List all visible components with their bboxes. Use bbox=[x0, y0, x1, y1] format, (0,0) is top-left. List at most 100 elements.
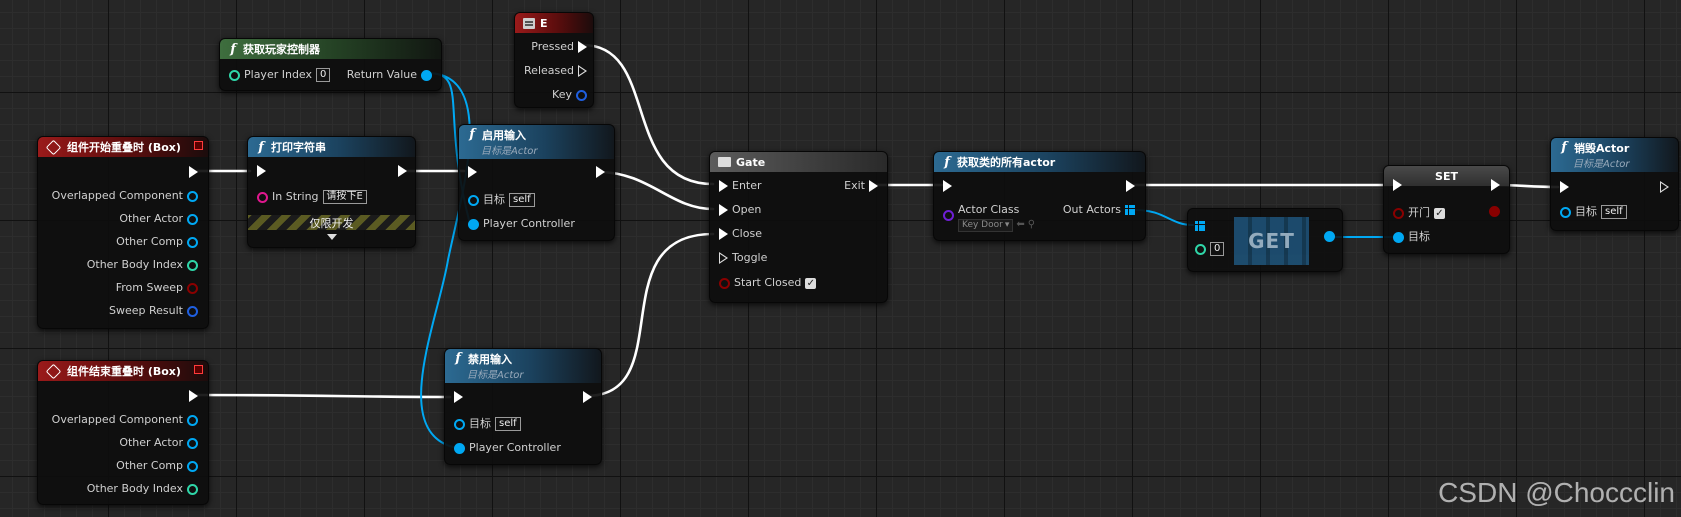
exec-out-pin[interactable] bbox=[596, 166, 605, 178]
open-door-checkbox[interactable]: ✓ bbox=[1434, 207, 1445, 219]
node-get-all-actors-of-class[interactable]: f 获取类的所有actor Actor Class Key Door ▾ ⬅ ⚲ … bbox=[933, 151, 1146, 241]
exec-out-pin[interactable] bbox=[398, 165, 407, 177]
exec-out-pin[interactable] bbox=[189, 390, 198, 402]
index-input[interactable]: 0 bbox=[1210, 242, 1225, 256]
exec-wire bbox=[584, 232, 715, 398]
exec-out-pin[interactable] bbox=[1126, 180, 1135, 192]
use-selected-arrow-icon[interactable]: ⬅ bbox=[1016, 218, 1024, 232]
pin-other-actor[interactable]: Other Actor bbox=[119, 436, 198, 450]
browse-search-icon[interactable]: ⚲ bbox=[1028, 218, 1035, 232]
object-pin-icon bbox=[468, 218, 479, 230]
pin-sweep-result[interactable]: Sweep Result bbox=[109, 304, 198, 318]
pin-target[interactable]: 目标 self bbox=[454, 417, 521, 431]
target-value: self bbox=[509, 193, 535, 207]
pin-open-door-var[interactable]: 开门 ✓ bbox=[1393, 206, 1445, 220]
node-gate[interactable]: Gate Enter Exit Open Close Toggle Start … bbox=[709, 151, 888, 303]
event-node-end-overlap[interactable]: 组件结束重叠时 (Box) Overlapped Component Other… bbox=[37, 360, 209, 505]
pin-player-controller[interactable]: Player Controller bbox=[468, 217, 575, 231]
pin-other-comp[interactable]: Other Comp bbox=[116, 235, 198, 249]
node-get-player-controller[interactable]: f 获取玩家控制器 Player Index 0 Return Value bbox=[219, 38, 442, 91]
node-title: SET bbox=[1435, 169, 1458, 183]
pin-in-string[interactable]: In String 请按下E bbox=[257, 190, 367, 204]
pin-index[interactable]: 0 bbox=[1195, 242, 1225, 256]
node-title: 禁用输入 bbox=[468, 353, 512, 366]
node-header: f 获取类的所有actor bbox=[934, 152, 1145, 172]
pin-other-body-index[interactable]: Other Body Index bbox=[87, 482, 198, 496]
node-title: 获取类的所有actor bbox=[957, 156, 1056, 169]
pin-key[interactable]: Key bbox=[552, 88, 587, 102]
pin-out-actors[interactable]: Out Actors bbox=[1063, 203, 1135, 217]
exec-wire bbox=[195, 393, 452, 399]
exec-arrow-icon bbox=[869, 180, 878, 192]
pin-overlapped-component[interactable]: Overlapped Component bbox=[52, 413, 198, 427]
in-string-input[interactable]: 请按下E bbox=[322, 190, 367, 204]
exec-out-pin[interactable] bbox=[1491, 179, 1500, 191]
pin-get-out[interactable] bbox=[1324, 231, 1335, 242]
function-icon: f bbox=[469, 127, 475, 142]
player-index-input[interactable]: 0 bbox=[316, 68, 331, 82]
exec-in-pin[interactable] bbox=[943, 180, 952, 192]
expand-arrow-icon[interactable] bbox=[326, 234, 337, 240]
node-enable-input[interactable]: f 启用输入 目标是Actor 目标 self Player Controlle… bbox=[458, 124, 615, 241]
exec-arrow-icon bbox=[719, 204, 728, 216]
node-key-e[interactable]: E Pressed Released Key bbox=[514, 12, 594, 108]
delegate-pin-icon[interactable] bbox=[194, 365, 203, 374]
exec-in-pin[interactable] bbox=[454, 391, 463, 403]
pin-player-index[interactable]: Player Index 0 bbox=[229, 68, 331, 82]
chevron-down-icon: ▾ bbox=[1004, 219, 1010, 230]
pin-enter[interactable]: Enter bbox=[719, 179, 762, 193]
struct-pin-icon bbox=[187, 305, 198, 317]
exec-arrow-icon bbox=[398, 165, 407, 177]
exec-out-pin[interactable] bbox=[189, 166, 198, 178]
pin-exit[interactable]: Exit bbox=[844, 179, 878, 193]
exec-in-pin[interactable] bbox=[257, 165, 266, 177]
pin-set-out[interactable] bbox=[1489, 206, 1500, 217]
pin-player-controller[interactable]: Player Controller bbox=[454, 441, 561, 455]
node-disable-input[interactable]: f 禁用输入 目标是Actor 目标 self Player Controlle… bbox=[444, 348, 602, 465]
object-pin-icon bbox=[454, 418, 465, 430]
pin-overlapped-component[interactable]: Overlapped Component bbox=[52, 189, 198, 203]
node-set-variable[interactable]: SET 开门 ✓ 目标 bbox=[1383, 165, 1510, 254]
node-array-get[interactable]: GET 0 bbox=[1187, 208, 1343, 272]
pin-target[interactable]: 目标 bbox=[1393, 230, 1430, 244]
exec-out-pin[interactable] bbox=[583, 391, 592, 403]
pin-other-body-index[interactable]: Other Body Index bbox=[87, 258, 198, 272]
exec-in-pin[interactable] bbox=[1560, 181, 1569, 193]
node-title: 打印字符串 bbox=[271, 141, 326, 154]
delegate-pin-icon[interactable] bbox=[194, 141, 203, 150]
pin-target[interactable]: 目标 self bbox=[468, 193, 535, 207]
dev-only-label: 仅限开发 bbox=[309, 217, 354, 230]
pin-start-closed[interactable]: Start Closed ✓ bbox=[719, 276, 817, 290]
event-node-begin-overlap[interactable]: 组件开始重叠时 (Box) Overlapped Component Other… bbox=[37, 136, 209, 329]
exec-in-pin[interactable] bbox=[468, 166, 477, 178]
pin-open[interactable]: Open bbox=[719, 203, 761, 217]
pin-from-sweep[interactable]: From Sweep bbox=[116, 281, 198, 295]
pin-released[interactable]: Released bbox=[524, 64, 587, 78]
exec-out-pin[interactable] bbox=[1660, 181, 1669, 193]
exec-arrow-icon bbox=[719, 228, 728, 240]
pin-toggle[interactable]: Toggle bbox=[719, 251, 767, 265]
object-pin-icon bbox=[454, 442, 465, 454]
pin-array-in[interactable] bbox=[1195, 221, 1205, 231]
pin-actor-class[interactable]: Actor Class Key Door ▾ ⬅ ⚲ bbox=[943, 203, 1035, 232]
pin-return-value[interactable]: Return Value bbox=[347, 68, 432, 82]
pin-other-actor[interactable]: Other Actor bbox=[119, 212, 198, 226]
actor-class-dropdown[interactable]: Key Door ▾ bbox=[958, 218, 1014, 232]
object-pin-icon bbox=[187, 460, 198, 472]
exec-arrow-icon bbox=[943, 180, 952, 192]
pin-close[interactable]: Close bbox=[719, 227, 762, 241]
node-header: 组件结束重叠时 (Box) bbox=[38, 361, 208, 381]
exec-arrow-icon bbox=[578, 41, 587, 53]
node-subtitle: 目标是Actor bbox=[467, 370, 524, 381]
start-closed-checkbox[interactable]: ✓ bbox=[805, 277, 817, 289]
pin-pressed[interactable]: Pressed bbox=[531, 40, 587, 54]
string-pin-icon bbox=[257, 191, 268, 203]
object-pin-icon bbox=[187, 414, 198, 426]
node-print-string[interactable]: f 打印字符串 In String 请按下E 仅限开发 bbox=[247, 136, 416, 248]
object-pin-icon bbox=[187, 236, 198, 248]
node-destroy-actor[interactable]: f 销毁Actor 目标是Actor 目标 self bbox=[1550, 137, 1679, 231]
node-header: E bbox=[515, 13, 593, 33]
pin-other-comp[interactable]: Other Comp bbox=[116, 459, 198, 473]
exec-in-pin[interactable] bbox=[1393, 179, 1402, 191]
pin-target[interactable]: 目标 self bbox=[1560, 205, 1627, 219]
